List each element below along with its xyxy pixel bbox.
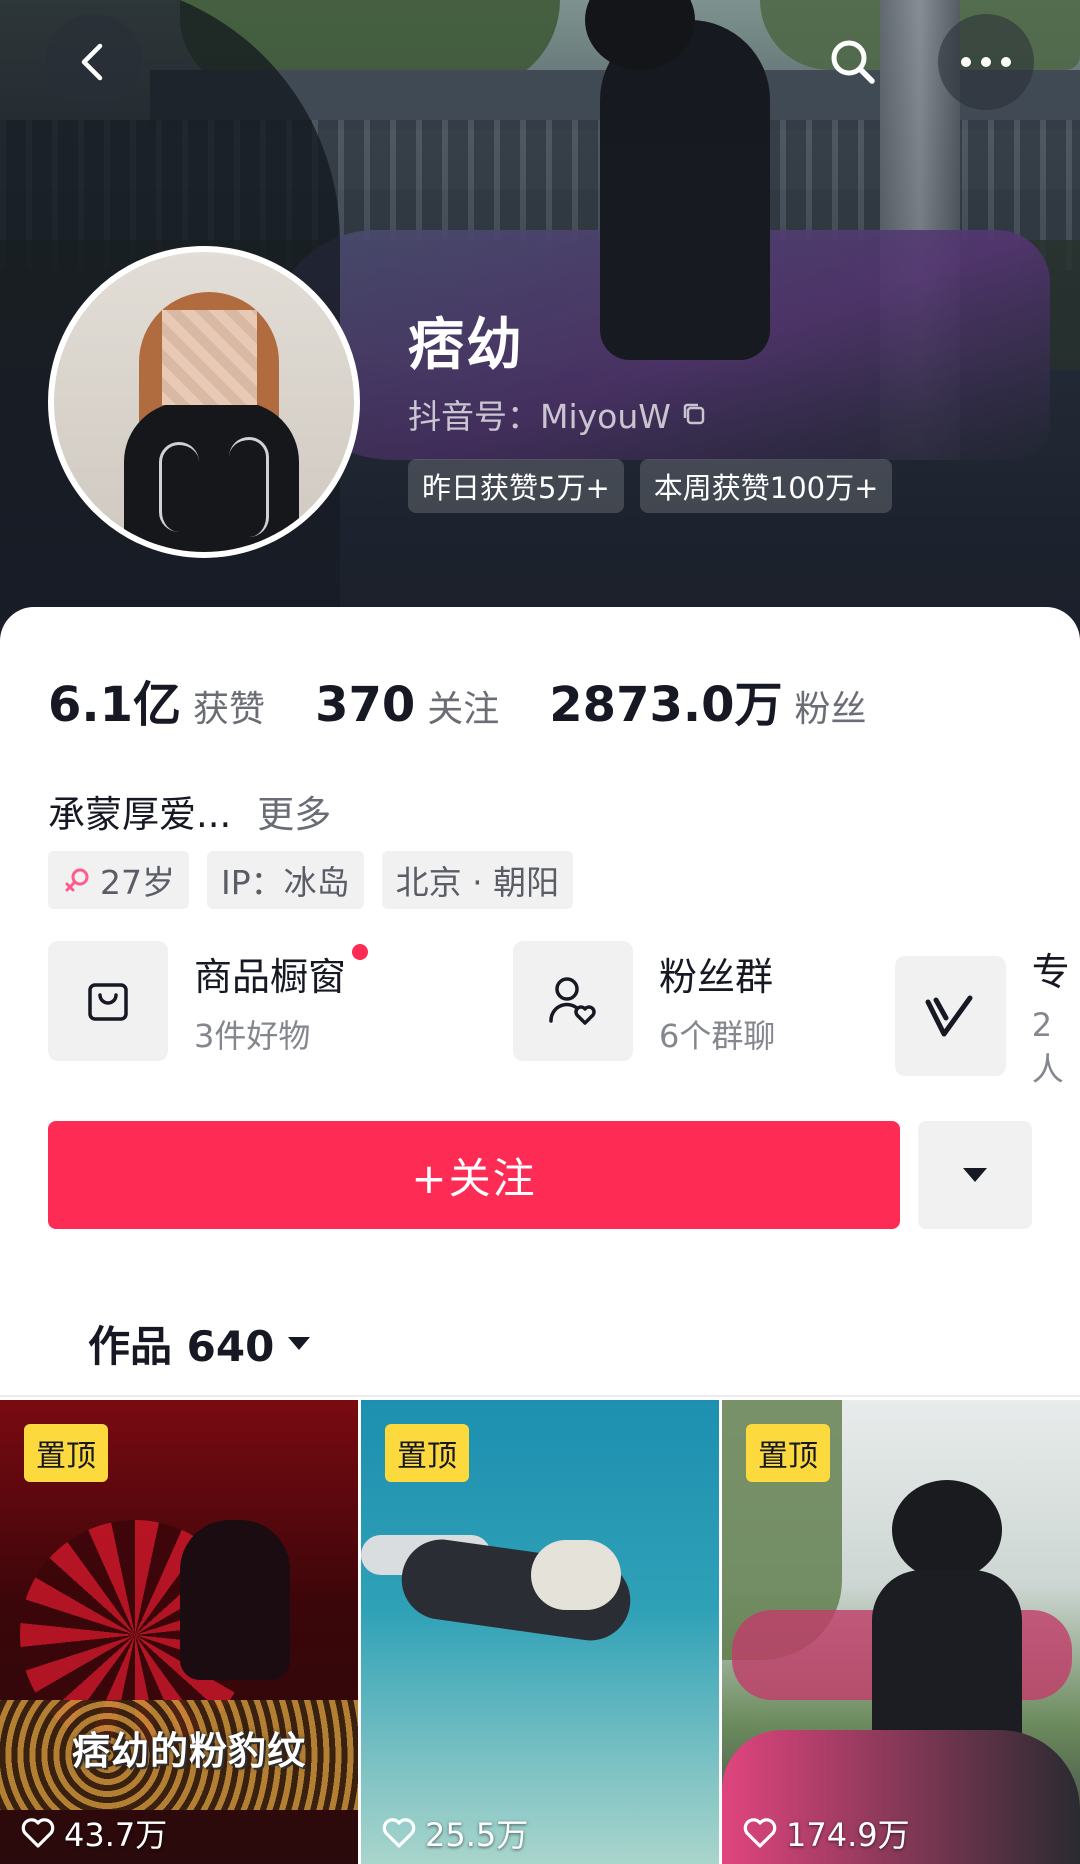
copy-icon[interactable] <box>681 401 707 427</box>
stat-following[interactable]: 370 关注 <box>315 677 499 733</box>
video-thumbnail[interactable]: 痞幼的粉豹纹 置顶 43.7万 <box>0 1400 358 1864</box>
avatar-face-blurred <box>162 310 257 405</box>
stat-value: 370 <box>315 677 416 733</box>
stat-value: 6.1亿 <box>48 677 182 733</box>
like-count: 43.7万 <box>20 1810 167 1856</box>
thumb-person <box>180 1520 290 1680</box>
video-grid: 痞幼的粉豹纹 置顶 43.7万 置顶 25.5万 置顶 174.9万 <box>0 1400 1080 1864</box>
v-logo-icon <box>925 995 973 1036</box>
video-thumbnail[interactable]: 置顶 25.5万 <box>361 1400 719 1864</box>
stat-likes[interactable]: 6.1亿 获赞 <box>48 665 265 735</box>
stat-value: 2873.0万 <box>549 677 783 733</box>
entry-subtitle: 6个群聊 <box>659 1016 776 1055</box>
stat-followers[interactable]: 2873.0万 粉丝 <box>549 665 866 735</box>
entry-subtitle: 3件好物 <box>194 1016 311 1055</box>
search-icon <box>831 40 875 84</box>
profile-name: 痞幼 <box>408 313 524 378</box>
avatar-suit-line <box>229 437 269 537</box>
douyin-id[interactable]: 抖音号：MiyouW <box>408 390 707 438</box>
more-actions-dropdown[interactable] <box>918 1121 1032 1229</box>
more-dots-icon <box>961 57 1011 67</box>
douyin-id-text: 抖音号：MiyouW <box>408 397 671 436</box>
search-button[interactable] <box>805 14 901 110</box>
entry-title: 专 <box>1031 950 1070 994</box>
like-count-text: 43.7万 <box>64 1816 168 1854</box>
pinned-badge: 置顶 <box>385 1424 469 1482</box>
badge-yesterday-likes: 昨日获赞5万+ <box>408 459 624 513</box>
back-button[interactable] <box>46 14 142 110</box>
follow-button[interactable]: +关注 <box>48 1121 900 1229</box>
tab-divider <box>0 1395 1080 1397</box>
age-chip: 27岁 <box>48 851 189 909</box>
avatar-suit-line <box>159 442 199 532</box>
avatar[interactable] <box>48 246 360 558</box>
user-heart-icon <box>549 977 596 1025</box>
special-entry[interactable]: 专 2人 <box>895 941 1080 1090</box>
triangle-down-icon <box>963 1168 987 1182</box>
entry-subtitle: 2人 <box>1031 1006 1064 1088</box>
video-overlay-text: 痞幼的粉豹纹 <box>72 1729 307 1773</box>
back-arrow-icon <box>81 43 103 81</box>
location-chip: 北京 · 朝阳 <box>381 851 574 909</box>
more-button[interactable] <box>938 14 1034 110</box>
works-label: 作品 640 <box>88 1322 275 1371</box>
stat-label: 粉丝 <box>794 689 867 730</box>
heart-outline-icon <box>21 1818 55 1848</box>
like-count-text: 174.9万 <box>786 1816 910 1854</box>
shop-icon-box <box>48 941 168 1061</box>
notification-dot <box>352 943 369 960</box>
like-count: 174.9万 <box>742 1810 910 1856</box>
entry-title: 商品橱窗 <box>194 943 369 1001</box>
stats-row: 6.1亿 获赞 370 关注 2873.0万 粉丝 <box>48 665 917 735</box>
caret-down-icon <box>288 1336 311 1350</box>
entry-title-text: 商品橱窗 <box>194 954 347 999</box>
ip-chip: IP：冰岛 <box>207 851 364 909</box>
fan-group-icon-box <box>513 941 633 1061</box>
heart-outline-icon <box>382 1818 416 1848</box>
video-thumbnail[interactable]: 置顶 174.9万 <box>722 1400 1080 1864</box>
like-count: 25.5万 <box>381 1810 528 1856</box>
profile-card: 6.1亿 获赞 370 关注 2873.0万 粉丝 承蒙厚爱... 更多 27岁… <box>0 607 1080 1864</box>
avatar-body <box>124 402 299 552</box>
stat-label: 关注 <box>427 689 500 730</box>
special-icon-box <box>895 955 1006 1076</box>
bio[interactable]: 承蒙厚爱... 更多 <box>48 784 331 838</box>
stat-label: 获赞 <box>193 689 266 730</box>
pinned-badge: 置顶 <box>746 1424 830 1482</box>
bio-text: 承蒙厚爱... <box>48 793 232 836</box>
heart-outline-icon <box>743 1818 777 1848</box>
bio-more-link[interactable]: 更多 <box>257 784 331 838</box>
info-chips: 27岁 IP：冰岛 北京 · 朝阳 <box>48 851 574 909</box>
shopping-bag-icon <box>88 983 128 1021</box>
female-icon <box>65 868 89 892</box>
tab-works[interactable]: 作品 640 <box>88 1313 312 1374</box>
shop-window-entry[interactable]: 商品橱窗 3件好物 <box>48 941 369 1061</box>
like-count-text: 25.5万 <box>425 1816 529 1854</box>
profile-header: 痞幼 抖音号：MiyouW 昨日获赞5万+ 本周获赞100万+ <box>0 0 1080 640</box>
thumb-helmet <box>892 1480 1002 1580</box>
fan-group-entry[interactable]: 粉丝群 6个群聊 <box>513 941 775 1061</box>
pinned-badge: 置顶 <box>24 1424 108 1482</box>
thumb-diver-head <box>531 1540 621 1610</box>
like-badges: 昨日获赞5万+ 本周获赞100万+ <box>408 459 893 513</box>
age-text: 27岁 <box>100 863 175 902</box>
entry-title: 粉丝群 <box>659 954 774 999</box>
badge-week-likes: 本周获赞100万+ <box>639 459 893 513</box>
